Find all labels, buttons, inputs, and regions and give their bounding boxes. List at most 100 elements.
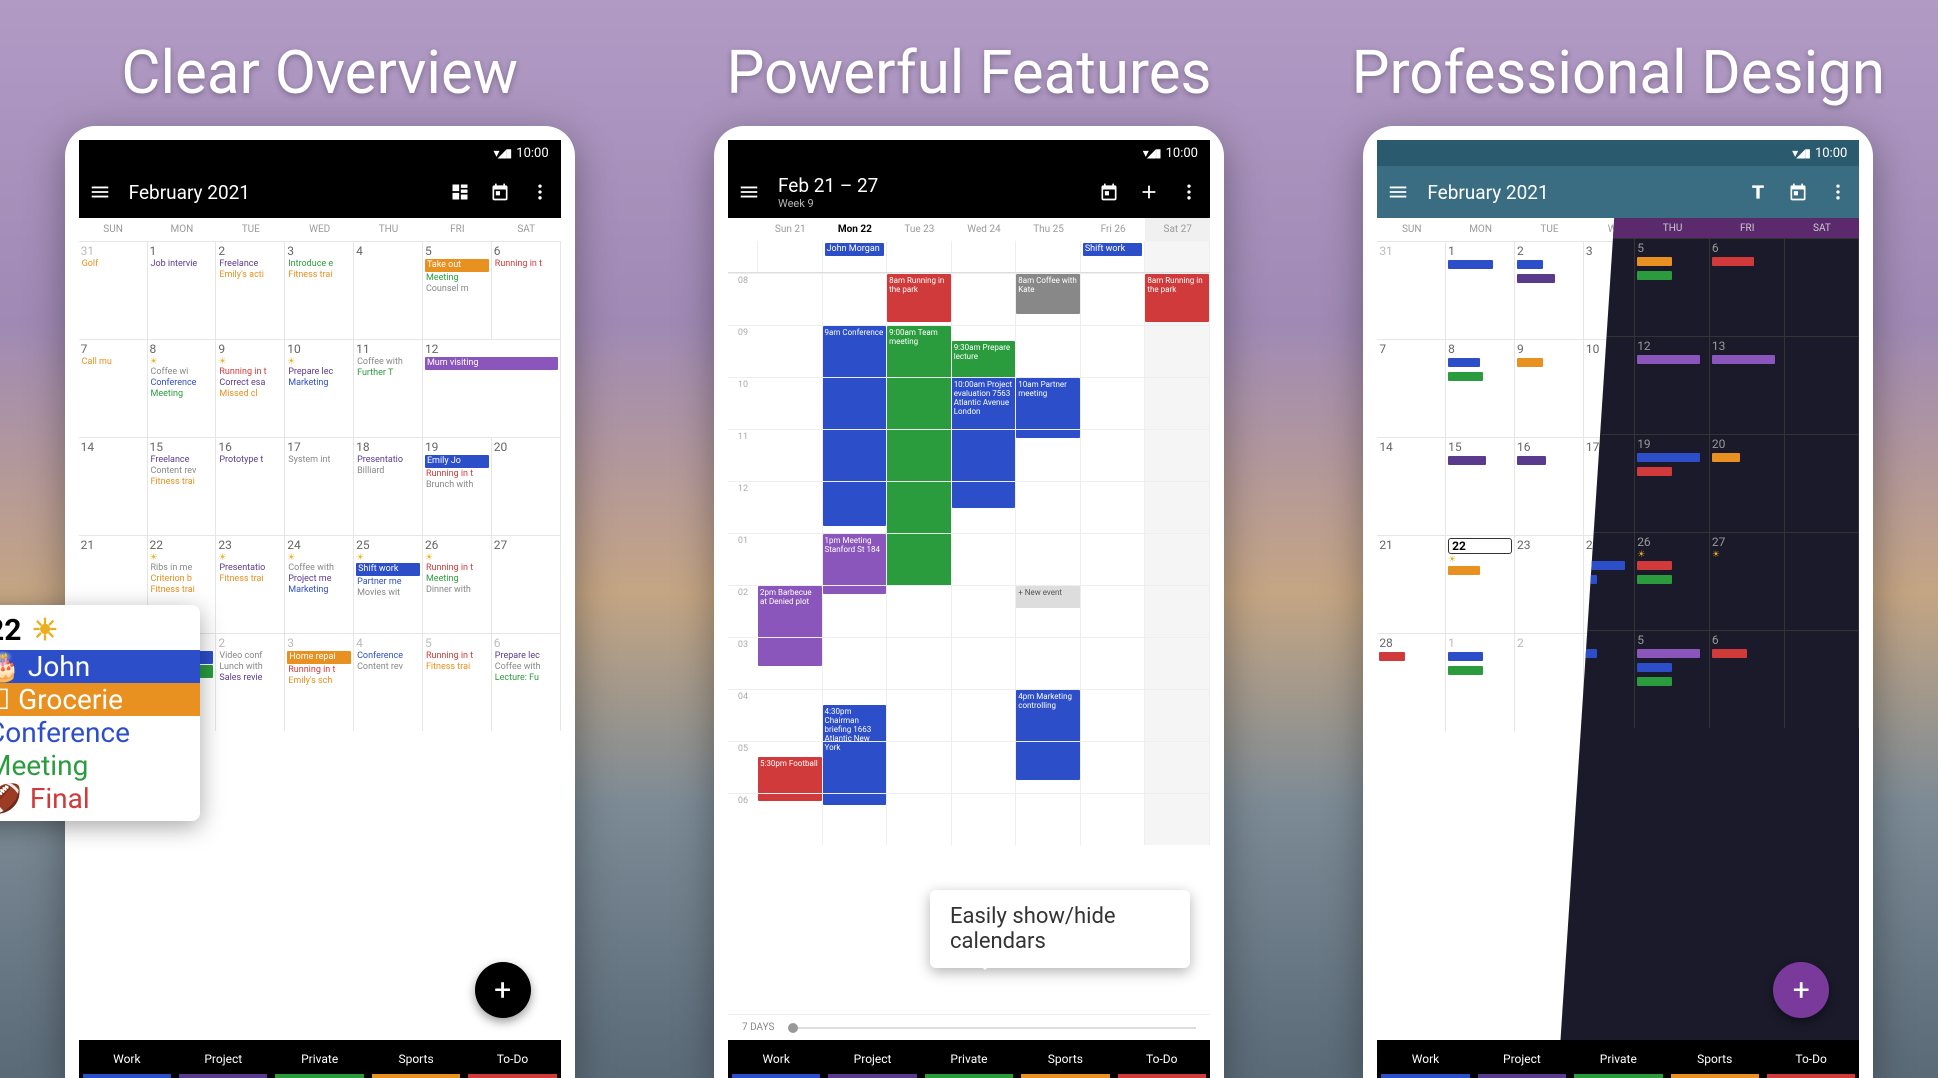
tab-project[interactable]: Project <box>1474 1040 1570 1078</box>
zoom-footer[interactable]: 7 DAYS <box>728 1014 1210 1040</box>
day-cell[interactable]: 9 <box>1515 339 1584 437</box>
day-cell[interactable]: 15FreelanceContent revFitness trai <box>148 437 217 535</box>
tab-sports[interactable]: Sports <box>1017 1040 1113 1078</box>
day-cell[interactable]: 1Job intervie <box>148 241 217 339</box>
day-cell[interactable]: 11Coffee withFurther T <box>354 339 423 437</box>
bottom-tabs: Work Project Private Sports To-Do <box>79 1040 561 1078</box>
menu-icon[interactable] <box>89 181 111 203</box>
day-cell[interactable]: 9☀Running in tCorrect esaMissed cl <box>216 339 285 437</box>
tab-sports[interactable]: Sports <box>1667 1040 1763 1078</box>
day-cell[interactable]: 7Call mu <box>79 339 148 437</box>
day-cell[interactable]: 23☀PresentatioFitness trai <box>216 535 285 633</box>
day-cell[interactable]: 12Mum visiting <box>423 339 561 437</box>
tab-sports[interactable]: Sports <box>368 1040 464 1078</box>
tab-todo[interactable]: To-Do <box>1763 1040 1859 1078</box>
day-cell[interactable]: 18PresentatioBilliard <box>354 437 423 535</box>
day-cell[interactable]: 16 <box>1515 437 1584 535</box>
panel-title: Clear Overview <box>121 40 518 106</box>
day-cell[interactable]: 2 <box>1515 241 1584 339</box>
event-final[interactable]: 🏈 Final <box>0 782 200 815</box>
fab-add[interactable]: + <box>1773 962 1829 1018</box>
day-cell[interactable]: 4ConferenceContent rev <box>354 633 423 731</box>
today-icon[interactable] <box>489 181 511 203</box>
tab-work[interactable]: Work <box>1377 1040 1473 1078</box>
appbar-title[interactable]: February 2021 <box>1427 181 1729 204</box>
more-icon[interactable] <box>529 181 551 203</box>
day-cell[interactable]: 3Home repaiRunning in tEmily's sch <box>285 633 354 731</box>
event-grocerie[interactable]: ☐ Grocerie <box>0 683 200 716</box>
phone-frame-2: ▾◢ ▮ 10:00 Feb 21 – 27 Week 9 Sun 21 Mon… <box>714 126 1224 1078</box>
status-time: 10:00 <box>1166 146 1198 161</box>
day-cell[interactable]: 20 <box>492 437 561 535</box>
tab-private[interactable]: Private <box>921 1040 1017 1078</box>
day-cell[interactable]: 28 <box>1377 633 1446 731</box>
event-conference[interactable]: Conference <box>0 716 200 749</box>
statusbar: ▾◢ ▮ 10:00 <box>79 140 561 166</box>
tab-project[interactable]: Project <box>824 1040 920 1078</box>
day-cell[interactable]: 27 <box>492 535 561 633</box>
day-cell[interactable]: 23 <box>1515 535 1584 633</box>
day-cell[interactable]: 2 <box>1515 633 1584 731</box>
dashboard-icon[interactable] <box>449 181 471 203</box>
signal-icon: ▾◢ ▮ <box>493 146 510 160</box>
statusbar: ▾◢ ▮ 10:00 <box>728 140 1210 166</box>
more-icon[interactable] <box>1178 181 1200 203</box>
day-cell[interactable]: 2Video confLunch withSales revie <box>216 633 285 731</box>
phone-frame-1: ▾◢ ▮ 10:00 February 2021 SUNMONTUEWEDTHU… <box>65 126 575 1078</box>
event-meeting[interactable]: Meeting <box>0 749 200 782</box>
day-cell[interactable]: 26☀Running in tMeetingDinner with <box>423 535 492 633</box>
appbar: February 2021 <box>79 166 561 218</box>
day-cell[interactable]: 25☀Shift workPartner meMovies wit <box>354 535 423 633</box>
appbar-title[interactable]: February 2021 <box>129 181 431 204</box>
day-cell[interactable]: 17System int <box>285 437 354 535</box>
tab-work[interactable]: Work <box>79 1040 175 1078</box>
allday-row: John Morgan Shift work <box>728 241 1210 273</box>
appbar-title[interactable]: Feb 21 – 27 <box>778 174 1080 197</box>
today-icon[interactable] <box>1098 181 1120 203</box>
add-icon[interactable] <box>1138 181 1160 203</box>
tab-todo[interactable]: To-Do <box>464 1040 560 1078</box>
fab-add[interactable]: + <box>475 962 531 1018</box>
today-icon[interactable] <box>1787 181 1809 203</box>
tab-private[interactable]: Private <box>1570 1040 1666 1078</box>
more-icon[interactable] <box>1827 181 1849 203</box>
tab-todo[interactable]: To-Do <box>1114 1040 1210 1078</box>
tooltip: Easily show/hide calendars <box>930 890 1190 968</box>
day-cell[interactable]: 16Prototype t <box>216 437 285 535</box>
day-cell[interactable]: 4 <box>354 241 423 339</box>
day-cell[interactable]: 5Running in tFitness trai <box>423 633 492 731</box>
day-cell[interactable]: 24☀Coffee withProject meMarketing <box>285 535 354 633</box>
tab-private[interactable]: Private <box>271 1040 367 1078</box>
day-cell[interactable]: 14 <box>1377 437 1446 535</box>
panel-title: Powerful Features <box>726 40 1211 106</box>
zoom-slider[interactable] <box>788 1027 1196 1029</box>
day-cell[interactable]: 1 <box>1446 241 1515 339</box>
day-cell[interactable]: 5Take outMeetingCounsel m <box>423 241 492 339</box>
day-cell[interactable]: 6Prepare lecCoffee withLecture: Fu <box>492 633 561 731</box>
event-john[interactable]: 🎂 John <box>0 650 200 683</box>
day-cell[interactable]: 15 <box>1446 437 1515 535</box>
menu-icon[interactable] <box>738 181 760 203</box>
signal-icon: ▾◢ ▮ <box>1792 146 1809 160</box>
day-cell[interactable]: 10☀Prepare lecMarketing <box>285 339 354 437</box>
day-cell[interactable]: 31Golf <box>79 241 148 339</box>
day-cell[interactable]: 1 <box>1446 633 1515 731</box>
day-cell[interactable]: 19Emily JoRunning in tBrunch with <box>423 437 492 535</box>
tab-project[interactable]: Project <box>175 1040 271 1078</box>
day-cell[interactable]: 8☀Coffee wiConferenceMeeting <box>148 339 217 437</box>
day-cell[interactable]: 6Running in t <box>492 241 561 339</box>
tab-work[interactable]: Work <box>728 1040 824 1078</box>
day-cell[interactable]: 31 <box>1377 241 1446 339</box>
menu-icon[interactable] <box>1387 181 1409 203</box>
weekday-header: Sun 21 Mon 22 Tue 23 Wed 24 Thu 25 Fri 2… <box>728 218 1210 241</box>
popcard-day: 22 <box>0 613 21 648</box>
day-cell[interactable]: 21 <box>1377 535 1446 633</box>
weekday-header: SUNMONTUEWEDTHUFRISAT <box>79 218 561 241</box>
day-cell[interactable]: 7 <box>1377 339 1446 437</box>
day-cell-today[interactable]: 22☀ <box>1446 535 1515 633</box>
day-cell[interactable]: 14 <box>79 437 148 535</box>
day-cell[interactable]: 3Introduce eFitness trai <box>285 241 354 339</box>
day-cell[interactable]: 2FreelanceEmily's acti <box>216 241 285 339</box>
text-icon[interactable] <box>1747 181 1769 203</box>
day-cell[interactable]: 8 <box>1446 339 1515 437</box>
